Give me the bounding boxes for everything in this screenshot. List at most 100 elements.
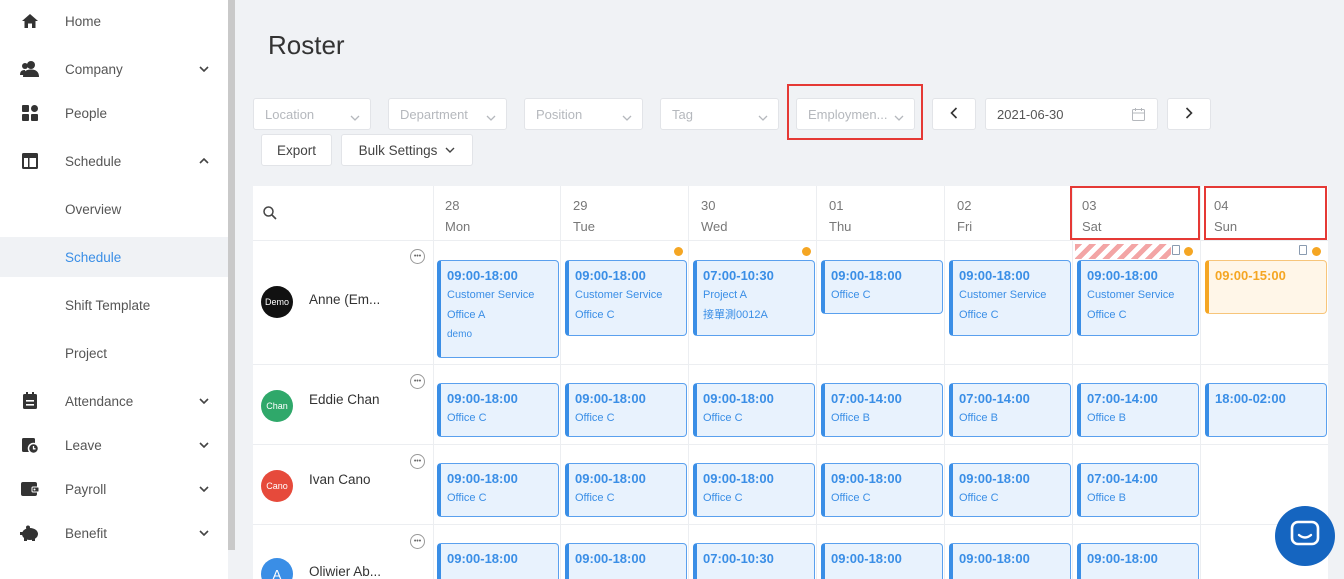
shift-card[interactable]: 09:00-18:00 (821, 543, 943, 579)
shift-card[interactable]: 09:00-18:00 Office C (949, 463, 1071, 517)
sidebar-item-shift-template[interactable]: Shift Template (0, 285, 228, 325)
sidebar-item-schedule[interactable]: Schedule (0, 141, 228, 181)
shift-card[interactable]: 07:00-10:30 Project A 接單測0012A (693, 260, 815, 336)
date-picker-value: 2021-06-30 (997, 106, 1064, 122)
shift-card[interactable]: 18:00-02:00 (1205, 383, 1327, 437)
shift-card[interactable]: 09:00-18:00 Customer Service Office C (565, 260, 687, 336)
sidebar-item-label: Schedule (65, 153, 122, 169)
employee-name[interactable]: Oliwier Ab... (309, 564, 381, 579)
shift-detail: Office B (1087, 412, 1126, 424)
sidebar-scrollbar[interactable] (228, 0, 235, 550)
employment-select[interactable]: Employmen... (796, 98, 915, 130)
shift-detail: Office B (959, 412, 998, 424)
shift-card[interactable]: 07:00-14:00 Office B (821, 383, 943, 437)
wallet-icon (20, 479, 40, 499)
shift-card[interactable]: 09:00-18:00 Customer Service Office C (949, 260, 1071, 336)
bulk-settings-button[interactable]: Bulk Settings (341, 134, 473, 166)
employee-name[interactable]: Eddie Chan (309, 392, 380, 407)
employee-row: ••• A Oliwier Ab... (253, 524, 433, 579)
shift-detail: Office C (575, 492, 615, 504)
shift-card[interactable]: 09:00-18:00 (565, 543, 687, 579)
sidebar-item-overview[interactable]: Overview (0, 189, 228, 229)
employee-name[interactable]: Ivan Cano (309, 472, 371, 487)
day-name: Mon (445, 219, 471, 234)
more-options-icon[interactable]: ••• (410, 374, 425, 389)
shift-card[interactable]: 09:00-18:00 Office C (693, 383, 815, 437)
sidebar-item-project[interactable]: Project (0, 333, 228, 373)
shift-card[interactable]: 09:00-18:00 Office C (437, 383, 559, 437)
shift-card[interactable]: 09:00-18:00 Customer Service Office C (1077, 260, 1199, 336)
sidebar-item-people[interactable]: People (0, 93, 228, 133)
chevron-down-icon[interactable] (198, 439, 210, 451)
day-name: Tue (573, 219, 595, 234)
shift-time: 09:00-18:00 (959, 551, 1030, 566)
chevron-down-icon[interactable] (198, 527, 210, 539)
shift-time: 18:00-02:00 (1215, 391, 1286, 406)
shift-time: 09:00-15:00 (1215, 268, 1286, 283)
sidebar-item-attendance[interactable]: Attendance (0, 381, 228, 421)
shift-time: 09:00-18:00 (575, 471, 646, 486)
chevron-down-icon (445, 147, 455, 153)
sidebar-item-home[interactable]: Home (0, 1, 228, 41)
sidebar-item-label: People (65, 105, 108, 121)
shift-card[interactable]: 09:00-18:00 (1077, 543, 1199, 579)
shift-card[interactable]: 09:00-18:00 Office C (565, 383, 687, 437)
chevron-up-icon[interactable] (198, 155, 210, 167)
status-dot (1184, 247, 1193, 256)
sidebar-item-company[interactable]: Company (0, 49, 228, 89)
shift-card[interactable]: 07:00-14:00 Office B (949, 383, 1071, 437)
shift-card[interactable]: 09:00-18:00 Office C (821, 463, 943, 517)
day-number: 04 (1214, 198, 1229, 213)
shift-time: 09:00-18:00 (447, 551, 518, 566)
shift-detail: Office C (831, 289, 871, 301)
avatar: Chan (261, 390, 293, 422)
next-week-button[interactable] (1167, 98, 1211, 130)
shift-card[interactable]: 09:00-18:00 (437, 543, 559, 579)
shift-card[interactable]: 09:00-18:00 Customer Service Office A de… (437, 260, 559, 358)
employee-name[interactable]: Anne (Em... (309, 292, 380, 307)
prev-week-button[interactable] (932, 98, 976, 130)
search-icon[interactable] (263, 206, 277, 225)
sidebar: Home Company People Schedule Overview Sc… (0, 0, 228, 579)
shift-time: 09:00-18:00 (831, 551, 902, 566)
employment-select-placeholder: Employmen... (808, 106, 888, 122)
shift-detail: Office C (959, 492, 999, 504)
calendar-icon (1132, 108, 1145, 124)
position-select[interactable]: Position (524, 98, 643, 130)
chevron-down-icon[interactable] (198, 63, 210, 75)
sidebar-item-label: Payroll (65, 481, 107, 497)
chevron-down-icon[interactable] (198, 395, 210, 407)
sidebar-item-leave[interactable]: Leave (0, 425, 228, 465)
shift-card[interactable]: 09:00-18:00 Office C (565, 463, 687, 517)
sidebar-item-payroll[interactable]: Payroll (0, 469, 228, 509)
shift-card[interactable]: 07:00-14:00 Office B (1077, 463, 1199, 517)
shift-card[interactable]: 09:00-15:00 (1205, 260, 1327, 314)
sidebar-item-benefit[interactable]: Benefit (0, 513, 228, 553)
shift-detail: demo (447, 329, 473, 340)
export-button[interactable]: Export (261, 134, 332, 166)
sidebar-item-label: Leave (65, 437, 102, 453)
chevron-left-icon (950, 106, 958, 122)
chevron-down-icon[interactable] (198, 483, 210, 495)
department-select[interactable]: Department (388, 98, 507, 130)
chat-widget-button[interactable] (1275, 506, 1335, 566)
location-select[interactable]: Location (253, 98, 371, 130)
shift-detail: Office C (703, 412, 743, 424)
more-options-icon[interactable]: ••• (410, 249, 425, 264)
sidebar-item-schedule-sub[interactable]: Schedule (0, 237, 228, 277)
home-icon (20, 11, 40, 31)
shift-card[interactable]: 09:00-18:00 Office C (437, 463, 559, 517)
shift-card[interactable]: 09:00-18:00 (949, 543, 1071, 579)
shift-card[interactable]: 07:00-10:30 (693, 543, 815, 579)
shift-card[interactable]: 09:00-18:00 Office C (693, 463, 815, 517)
date-picker[interactable]: 2021-06-30 (985, 98, 1158, 130)
shift-card[interactable]: 07:00-14:00 Office B (1077, 383, 1199, 437)
tag-select[interactable]: Tag (660, 98, 779, 130)
day-header: 01 Thu (817, 186, 944, 240)
shift-card[interactable]: 09:00-18:00 Office C (821, 260, 943, 314)
position-select-placeholder: Position (536, 106, 583, 122)
sidebar-item-label: Project (65, 345, 108, 361)
more-options-icon[interactable]: ••• (410, 534, 425, 549)
more-options-icon[interactable]: ••• (410, 454, 425, 469)
day-name: Wed (701, 219, 728, 234)
